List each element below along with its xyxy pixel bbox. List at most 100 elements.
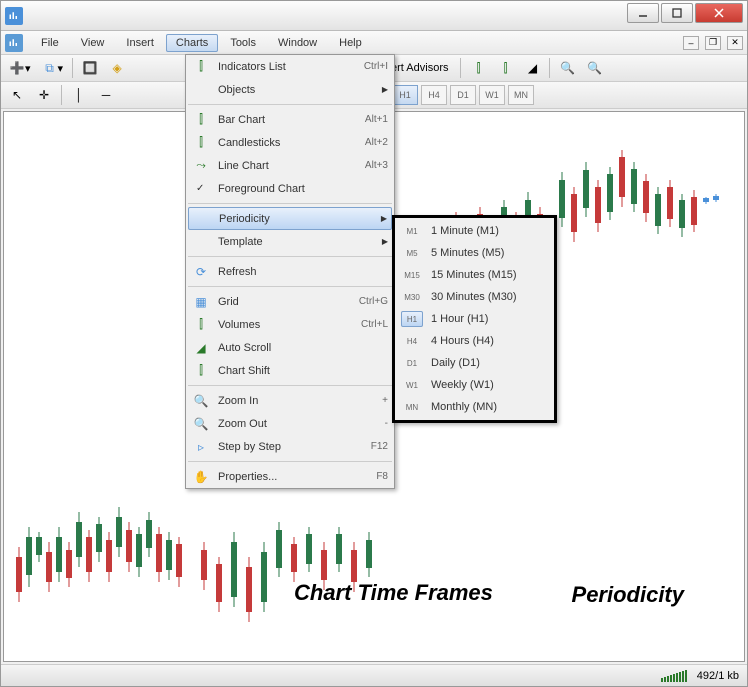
vline-button[interactable]: │ [67, 84, 91, 106]
menu-tools[interactable]: Tools [220, 34, 266, 52]
period-w1[interactable]: W1Weekly (W1) [395, 374, 554, 396]
m1-label: 1 Minute (M1) [431, 225, 499, 237]
line-chart-icon: ⤳ [192, 157, 210, 175]
menu-file[interactable]: File [31, 34, 69, 52]
menu-zoom-out[interactable]: 🔍 Zoom Out - [186, 412, 394, 435]
foreground-label: Foreground Chart [218, 183, 388, 195]
indicators-button[interactable]: ⫿ [466, 57, 490, 79]
menu-auto-scroll[interactable]: ◢ Auto Scroll [186, 336, 394, 359]
step-shortcut: F12 [371, 441, 388, 452]
menu-chart-shift[interactable]: ⫿ Chart Shift [186, 359, 394, 382]
properties-shortcut: F8 [376, 471, 388, 482]
tf-h1[interactable]: H1 [392, 85, 418, 105]
mdi-minimize[interactable]: – [683, 36, 699, 50]
auto-scroll-icon: ◢ [192, 339, 210, 357]
m5-label: 5 Minutes (M5) [431, 247, 504, 259]
objects-label: Objects [218, 84, 378, 96]
templates-button[interactable]: ◢ [520, 57, 544, 79]
maximize-button[interactable] [661, 3, 693, 23]
tf-h4[interactable]: H4 [421, 85, 447, 105]
zoom-out-shortcut: - [385, 418, 388, 429]
menu-help[interactable]: Help [329, 34, 372, 52]
tf-d1[interactable]: D1 [450, 85, 476, 105]
tf-mn[interactable]: MN [508, 85, 534, 105]
menu-grid[interactable]: ▦ Grid Ctrl+G [186, 290, 394, 313]
profiles-button[interactable]: ⧉▾ [38, 57, 68, 79]
m1-icon: M1 [401, 223, 423, 239]
zoom-in-button[interactable]: 🔍 [555, 57, 579, 79]
menu-charts[interactable]: Charts [166, 34, 218, 52]
bar-chart-icon: ⫿ [192, 111, 210, 129]
menu-foreground[interactable]: Foreground Chart [186, 177, 394, 200]
menu-insert[interactable]: Insert [116, 34, 164, 52]
menubar: File View Insert Charts Tools Window Hel… [1, 31, 747, 55]
d1-label: Daily (D1) [431, 357, 480, 369]
hline-button[interactable]: ─ [94, 84, 118, 106]
zoom-in-label: Zoom In [218, 395, 382, 407]
close-button[interactable] [695, 3, 743, 23]
step-icon: ▹ [192, 438, 210, 456]
titlebar [1, 1, 747, 31]
h1-label: 1 Hour (H1) [431, 313, 488, 325]
market-watch-button[interactable]: 🔲 [78, 57, 102, 79]
navigator-button[interactable]: ◈ [105, 57, 129, 79]
period-h1[interactable]: H11 Hour (H1) [395, 308, 554, 330]
periodicity-label: Periodicity [219, 213, 377, 225]
submenu-arrow-icon: ▶ [381, 214, 387, 223]
menu-zoom-in[interactable]: 🔍 Zoom In + [186, 389, 394, 412]
menu-bar-chart[interactable]: ⫿ Bar Chart Alt+1 [186, 108, 394, 131]
menu-view[interactable]: View [71, 34, 115, 52]
line-chart-label: Line Chart [218, 160, 365, 172]
cursor-button[interactable]: ↖ [5, 84, 29, 106]
mdi-close[interactable]: ✕ [727, 36, 743, 50]
menu-candlesticks[interactable]: ⫿ Candlesticks Alt+2 [186, 131, 394, 154]
refresh-icon: ⟳ [192, 263, 210, 281]
app-icon [5, 7, 23, 25]
mn-label: Monthly (MN) [431, 401, 497, 413]
volumes-shortcut: Ctrl+L [361, 319, 388, 330]
m5-icon: M5 [401, 245, 423, 261]
periods-button[interactable]: ⫿ [493, 57, 517, 79]
minimize-button[interactable] [627, 3, 659, 23]
m30-label: 30 Minutes (M30) [431, 291, 517, 303]
menu-volumes[interactable]: ⫿ Volumes Ctrl+L [186, 313, 394, 336]
d1-icon: D1 [401, 355, 423, 371]
m15-icon: M15 [401, 267, 423, 283]
menu-indicators-list[interactable]: ⫿ Indicators List Ctrl+I [186, 55, 394, 78]
auto-scroll-label: Auto Scroll [218, 342, 388, 354]
crosshair-button[interactable]: ✛ [32, 84, 56, 106]
w1-label: Weekly (W1) [431, 379, 494, 391]
period-m5[interactable]: M5 5 Minutes (M5) [395, 242, 554, 264]
period-m30[interactable]: M3030 Minutes (M30) [395, 286, 554, 308]
tf-w1[interactable]: W1 [479, 85, 505, 105]
period-h4[interactable]: H44 Hours (H4) [395, 330, 554, 352]
charts-dropdown: ⫿ Indicators List Ctrl+I Objects ▶ ⫿ Bar… [185, 54, 395, 489]
menu-periodicity[interactable]: Periodicity ▶ [188, 207, 392, 230]
menu-window[interactable]: Window [268, 34, 327, 52]
mdi-restore[interactable]: ❐ [705, 36, 721, 50]
menu-template[interactable]: Template ▶ [186, 230, 394, 253]
menu-refresh[interactable]: ⟳ Refresh [186, 260, 394, 283]
volumes-label: Volumes [218, 319, 361, 331]
period-mn[interactable]: MNMonthly (MN) [395, 396, 554, 418]
menu-line-chart[interactable]: ⤳ Line Chart Alt+3 [186, 154, 394, 177]
candlestick-icon: ⫿ [192, 134, 210, 152]
zoom-in-icon: 🔍 [192, 392, 210, 410]
submenu-arrow-icon: ▶ [382, 85, 388, 94]
bar-chart-shortcut: Alt+1 [365, 114, 388, 125]
submenu-arrow-icon: ▶ [382, 237, 388, 246]
period-m1[interactable]: M1 1 Minute (M1) [395, 220, 554, 242]
new-chart-button[interactable]: ➕▾ [5, 57, 35, 79]
menu-properties[interactable]: ✋ Properties... F8 [186, 465, 394, 488]
period-m15[interactable]: M1515 Minutes (M15) [395, 264, 554, 286]
zoom-out-button[interactable]: 🔍 [582, 57, 606, 79]
menu-objects[interactable]: Objects ▶ [186, 78, 394, 101]
indicators-shortcut: Ctrl+I [364, 61, 388, 72]
menu-step-by-step[interactable]: ▹ Step by Step F12 [186, 435, 394, 458]
chart-shift-label: Chart Shift [218, 365, 388, 377]
grid-icon: ▦ [192, 293, 210, 311]
zoom-in-shortcut: + [382, 395, 388, 406]
line-chart-shortcut: Alt+3 [365, 160, 388, 171]
candlesticks-shortcut: Alt+2 [365, 137, 388, 148]
period-d1[interactable]: D1 Daily (D1) [395, 352, 554, 374]
